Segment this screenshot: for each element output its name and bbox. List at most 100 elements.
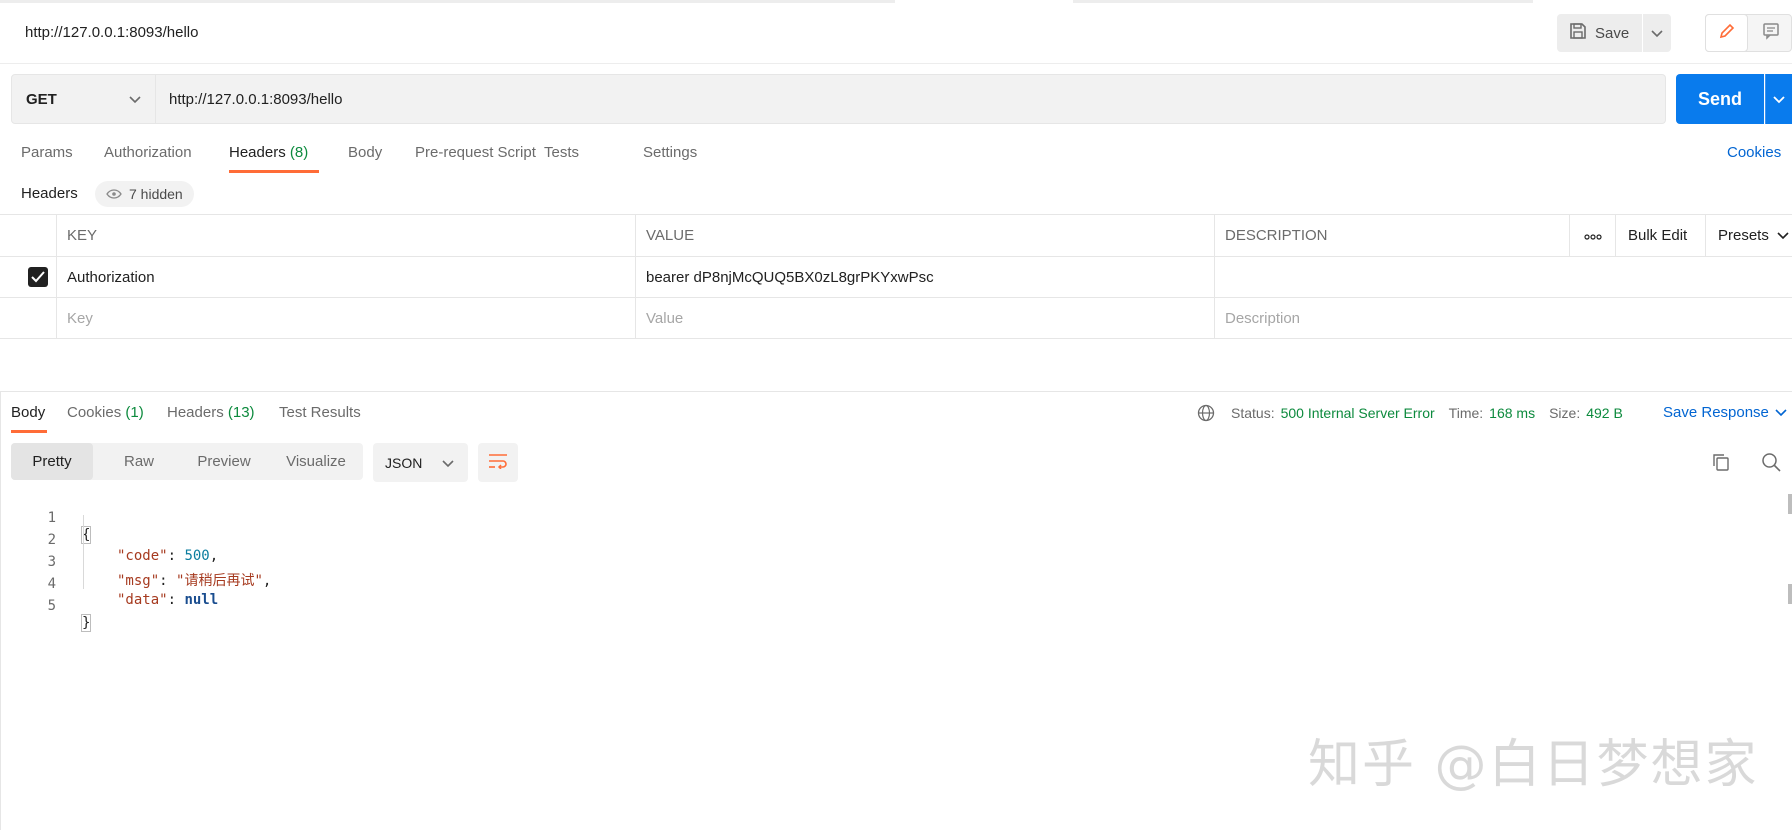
new-key-input[interactable]: Key (56, 298, 635, 338)
scrollbar-marker[interactable] (1788, 584, 1792, 604)
presets-label: Presets (1718, 227, 1769, 244)
tab-label: Pre-request Script (415, 144, 536, 161)
url-input[interactable]: http://127.0.0.1:8093/hello (156, 74, 1666, 124)
new-value-input[interactable]: Value (635, 298, 1214, 338)
table-row: Authorization bearer dP8njMcQUQ5BX0zL8gr… (0, 257, 1792, 298)
response-tab-headers[interactable]: Headers (13) (167, 404, 255, 421)
response-divider[interactable] (0, 391, 1792, 392)
tab-label: Headers (167, 404, 224, 421)
chevron-down-icon (1651, 25, 1663, 42)
response-status-bar: Status: 500 Internal Server Error Time: … (1197, 404, 1623, 422)
new-description-input[interactable]: Description (1214, 298, 1792, 338)
size-label: Size: (1549, 405, 1581, 421)
edit-mode-button[interactable] (1705, 14, 1748, 52)
tab-label: Body (11, 404, 46, 421)
header-description-cell[interactable] (1214, 257, 1792, 297)
bulk-edit-button[interactable]: Bulk Edit (1615, 215, 1705, 256)
line-number: 5 (47, 598, 56, 614)
tab-headers[interactable]: Headers (8) (229, 144, 308, 161)
chevron-down-icon (1775, 404, 1787, 421)
tab-label: Tests (544, 144, 580, 161)
send-dropdown-button[interactable] (1765, 74, 1792, 124)
size-value[interactable]: 492 B (1586, 405, 1623, 421)
save-response-button[interactable]: Save Response (1663, 404, 1787, 421)
chevron-down-icon (1773, 91, 1785, 108)
copy-icon[interactable] (1711, 452, 1731, 476)
tab-count: (1) (125, 404, 144, 421)
column-header-description: DESCRIPTION (1225, 227, 1328, 244)
request-title[interactable]: http://127.0.0.1:8093/hello (25, 24, 198, 41)
status-value[interactable]: 500 Internal Server Error (1281, 405, 1435, 421)
response-tab-test-results[interactable]: Test Results (279, 404, 361, 421)
wrap-lines-button[interactable] (478, 443, 518, 482)
comment-icon (1762, 22, 1780, 44)
hidden-count: 7 hidden (129, 186, 183, 202)
active-tab-indicator (229, 170, 319, 173)
time-label: Time: (1448, 405, 1484, 421)
code-line: 2 "code": 500, (0, 516, 1400, 564)
format-preview[interactable]: Preview (181, 443, 267, 480)
wrap-icon (488, 453, 508, 473)
tab-pre-request-script[interactable]: Pre-request Script (415, 144, 536, 161)
tab-label: Test Results (279, 404, 361, 421)
globe-icon[interactable] (1197, 404, 1215, 422)
tab-settings[interactable]: Settings (643, 144, 697, 161)
response-tab-body[interactable]: Body (11, 404, 45, 421)
method-select[interactable]: GET (11, 74, 156, 124)
pencil-icon (1718, 22, 1736, 44)
save-button[interactable]: Save (1557, 14, 1642, 52)
scrollbar-marker[interactable] (1788, 494, 1792, 514)
tab-count: (8) (289, 144, 309, 161)
row-enable-checkbox[interactable] (0, 257, 56, 297)
chevron-down-icon (1777, 227, 1789, 244)
more-options-button[interactable] (1569, 215, 1615, 256)
status-label: Status: (1231, 405, 1275, 421)
save-dropdown-button[interactable] (1643, 14, 1671, 52)
code-line: 5 } (0, 582, 1400, 632)
tab-label: Settings (643, 144, 698, 161)
tab-count: (13) (227, 404, 255, 421)
format-pretty[interactable]: Pretty (11, 443, 93, 480)
comments-button[interactable] (1749, 14, 1792, 52)
send-button[interactable]: Send (1676, 74, 1764, 124)
watermark: 知乎 @白日梦想家 (1308, 735, 1759, 795)
chevron-down-icon (129, 91, 141, 108)
search-icon[interactable] (1761, 452, 1781, 476)
code-line: 4 "data": null (0, 560, 1400, 608)
close-brace: } (81, 614, 92, 632)
request-title-bar (0, 4, 1792, 64)
presets-button[interactable]: Presets (1705, 215, 1792, 256)
cookies-link[interactable]: Cookies (1727, 144, 1781, 161)
code-line: 1 { (0, 494, 1400, 544)
indent-guide (83, 515, 84, 589)
tab-params[interactable]: Params (21, 144, 73, 161)
tab-tests[interactable]: Tests (544, 144, 579, 161)
format-raw[interactable]: Raw (99, 443, 179, 480)
save-label: Save (1595, 24, 1630, 42)
save-icon (1569, 22, 1587, 44)
tab-label: Authorization (104, 144, 192, 161)
format-visualize[interactable]: Visualize (271, 443, 361, 480)
header-key-cell[interactable]: Authorization (56, 257, 635, 297)
language-select[interactable]: JSON (373, 443, 468, 482)
format-tabs: Pretty Raw Preview Visualize (11, 443, 363, 480)
tab-label: Headers (229, 144, 286, 161)
tab-label: Body (348, 144, 383, 161)
tab-authorization[interactable]: Authorization (104, 144, 192, 161)
tab-body[interactable]: Body (348, 144, 382, 161)
column-header-key: KEY (67, 227, 98, 244)
header-value-cell[interactable]: bearer dP8njMcQUQ5BX0zL8grPKYxwPsc (635, 257, 1214, 297)
hidden-headers-toggle[interactable]: 7 hidden (95, 181, 194, 207)
response-tab-cookies[interactable]: Cookies (1) (67, 404, 144, 421)
headers-table: KEY VALUE DESCRIPTION Bulk Edit Presets … (0, 214, 1792, 339)
code-line: 3 "msg": "请稍后再试", (0, 538, 1400, 589)
table-header-row: KEY VALUE DESCRIPTION Bulk Edit Presets (0, 215, 1792, 257)
time-value[interactable]: 168 ms (1489, 405, 1535, 421)
chevron-down-icon (442, 455, 454, 471)
active-response-tab-indicator (11, 430, 47, 433)
headers-section-label: Headers (21, 185, 78, 202)
checkmark-icon (28, 267, 48, 287)
more-horizontal-icon (1584, 227, 1602, 244)
language-value: JSON (385, 454, 423, 471)
table-row-new: Key Value Description (0, 298, 1792, 339)
